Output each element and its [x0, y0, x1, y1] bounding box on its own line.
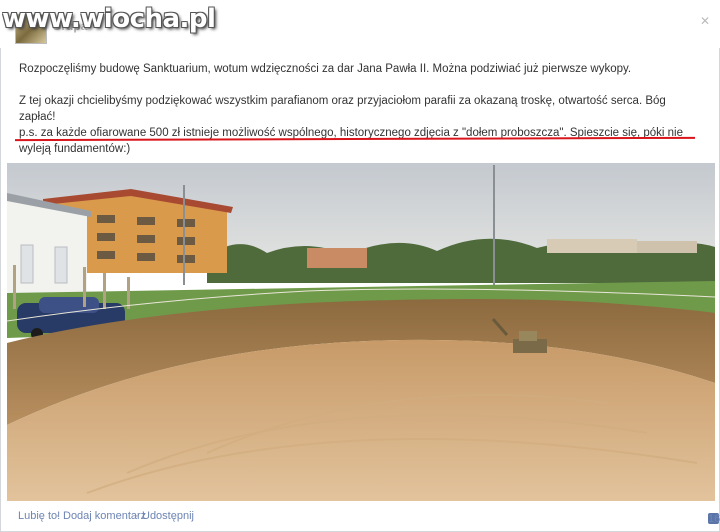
- post-photo[interactable]: [7, 163, 715, 501]
- options-icon[interactable]: ✕: [700, 14, 710, 28]
- post-paragraph-1: Rozpoczęliśmy budowę Sanktuarium, wotum …: [19, 63, 632, 75]
- watermark-logo: www.wiocha.pl: [2, 4, 216, 34]
- post-paragraph-2: Z tej okazji chcielibyśmy podziękować ws…: [19, 95, 666, 123]
- separator: ·: [56, 510, 60, 522]
- post-paragraph-3: p.s. za każde ofiarowane 500 zł istnieje…: [19, 127, 683, 155]
- post-footer: Lubię to! · Dodaj komentarz · Udostępnij…: [0, 505, 720, 527]
- like-link[interactable]: Lubię to!: [18, 510, 60, 522]
- share-link[interactable]: Udostępnij: [142, 510, 194, 522]
- add-comment-link[interactable]: Dodaj komentarz: [63, 510, 146, 522]
- separator: ·: [135, 510, 139, 522]
- post-header: Grupa www.wiocha.pl ✕: [0, 0, 720, 48]
- like-count-value: 16: [708, 513, 720, 525]
- construction-pit-photo: [7, 163, 715, 501]
